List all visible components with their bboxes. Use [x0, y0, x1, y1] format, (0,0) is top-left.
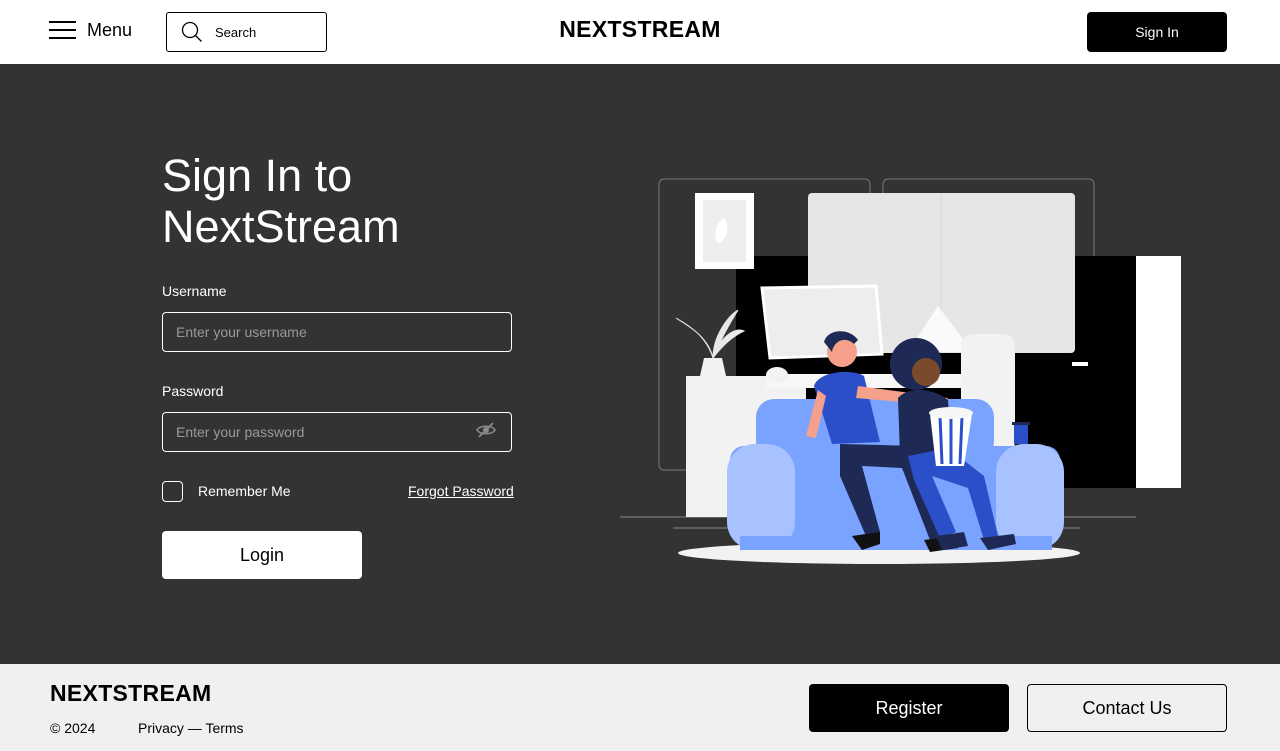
legal-links: Privacy — Terms	[138, 720, 244, 736]
page-title: Sign In to NextStream	[162, 150, 400, 252]
search-input[interactable]: Search	[166, 12, 327, 52]
copyright-text: © 2024	[50, 720, 96, 736]
menu-label: Menu	[87, 19, 133, 40]
terms-link[interactable]: Terms	[205, 720, 243, 736]
page-footer: NEXTSTREAM © 2024 Privacy — Terms Regist…	[0, 664, 1280, 751]
eye-slash-icon[interactable]	[475, 420, 497, 440]
hamburger-menu-icon	[49, 19, 76, 41]
contact-us-button[interactable]: Contact Us	[1027, 684, 1227, 732]
top-header: Menu Search NEXTSTREAM Sign In	[0, 0, 1280, 64]
legal-separator: —	[187, 720, 202, 736]
password-label: Password	[162, 383, 224, 399]
password-field[interactable]	[162, 412, 512, 452]
privacy-link[interactable]: Privacy	[138, 720, 184, 736]
footer-logo[interactable]: NEXTSTREAM	[50, 680, 211, 707]
search-placeholder: Search	[215, 24, 257, 40]
remember-me-checkbox[interactable]	[162, 481, 183, 502]
register-button[interactable]: Register	[809, 684, 1009, 732]
username-label: Username	[162, 283, 227, 299]
site-logo[interactable]: NEXTSTREAM	[540, 16, 740, 43]
username-field[interactable]	[162, 312, 512, 352]
login-section: Sign In to NextStream Username Password …	[0, 64, 1280, 664]
menu-button[interactable]: Menu	[49, 16, 132, 44]
remember-me-label[interactable]: Remember Me	[198, 483, 291, 499]
login-button[interactable]: Login	[162, 531, 362, 579]
search-icon	[181, 21, 202, 42]
sign-in-button[interactable]: Sign In	[1087, 12, 1227, 52]
forgot-password-link[interactable]: Forgot Password	[408, 483, 514, 499]
couple-watching-tv-illustration	[620, 178, 1181, 564]
